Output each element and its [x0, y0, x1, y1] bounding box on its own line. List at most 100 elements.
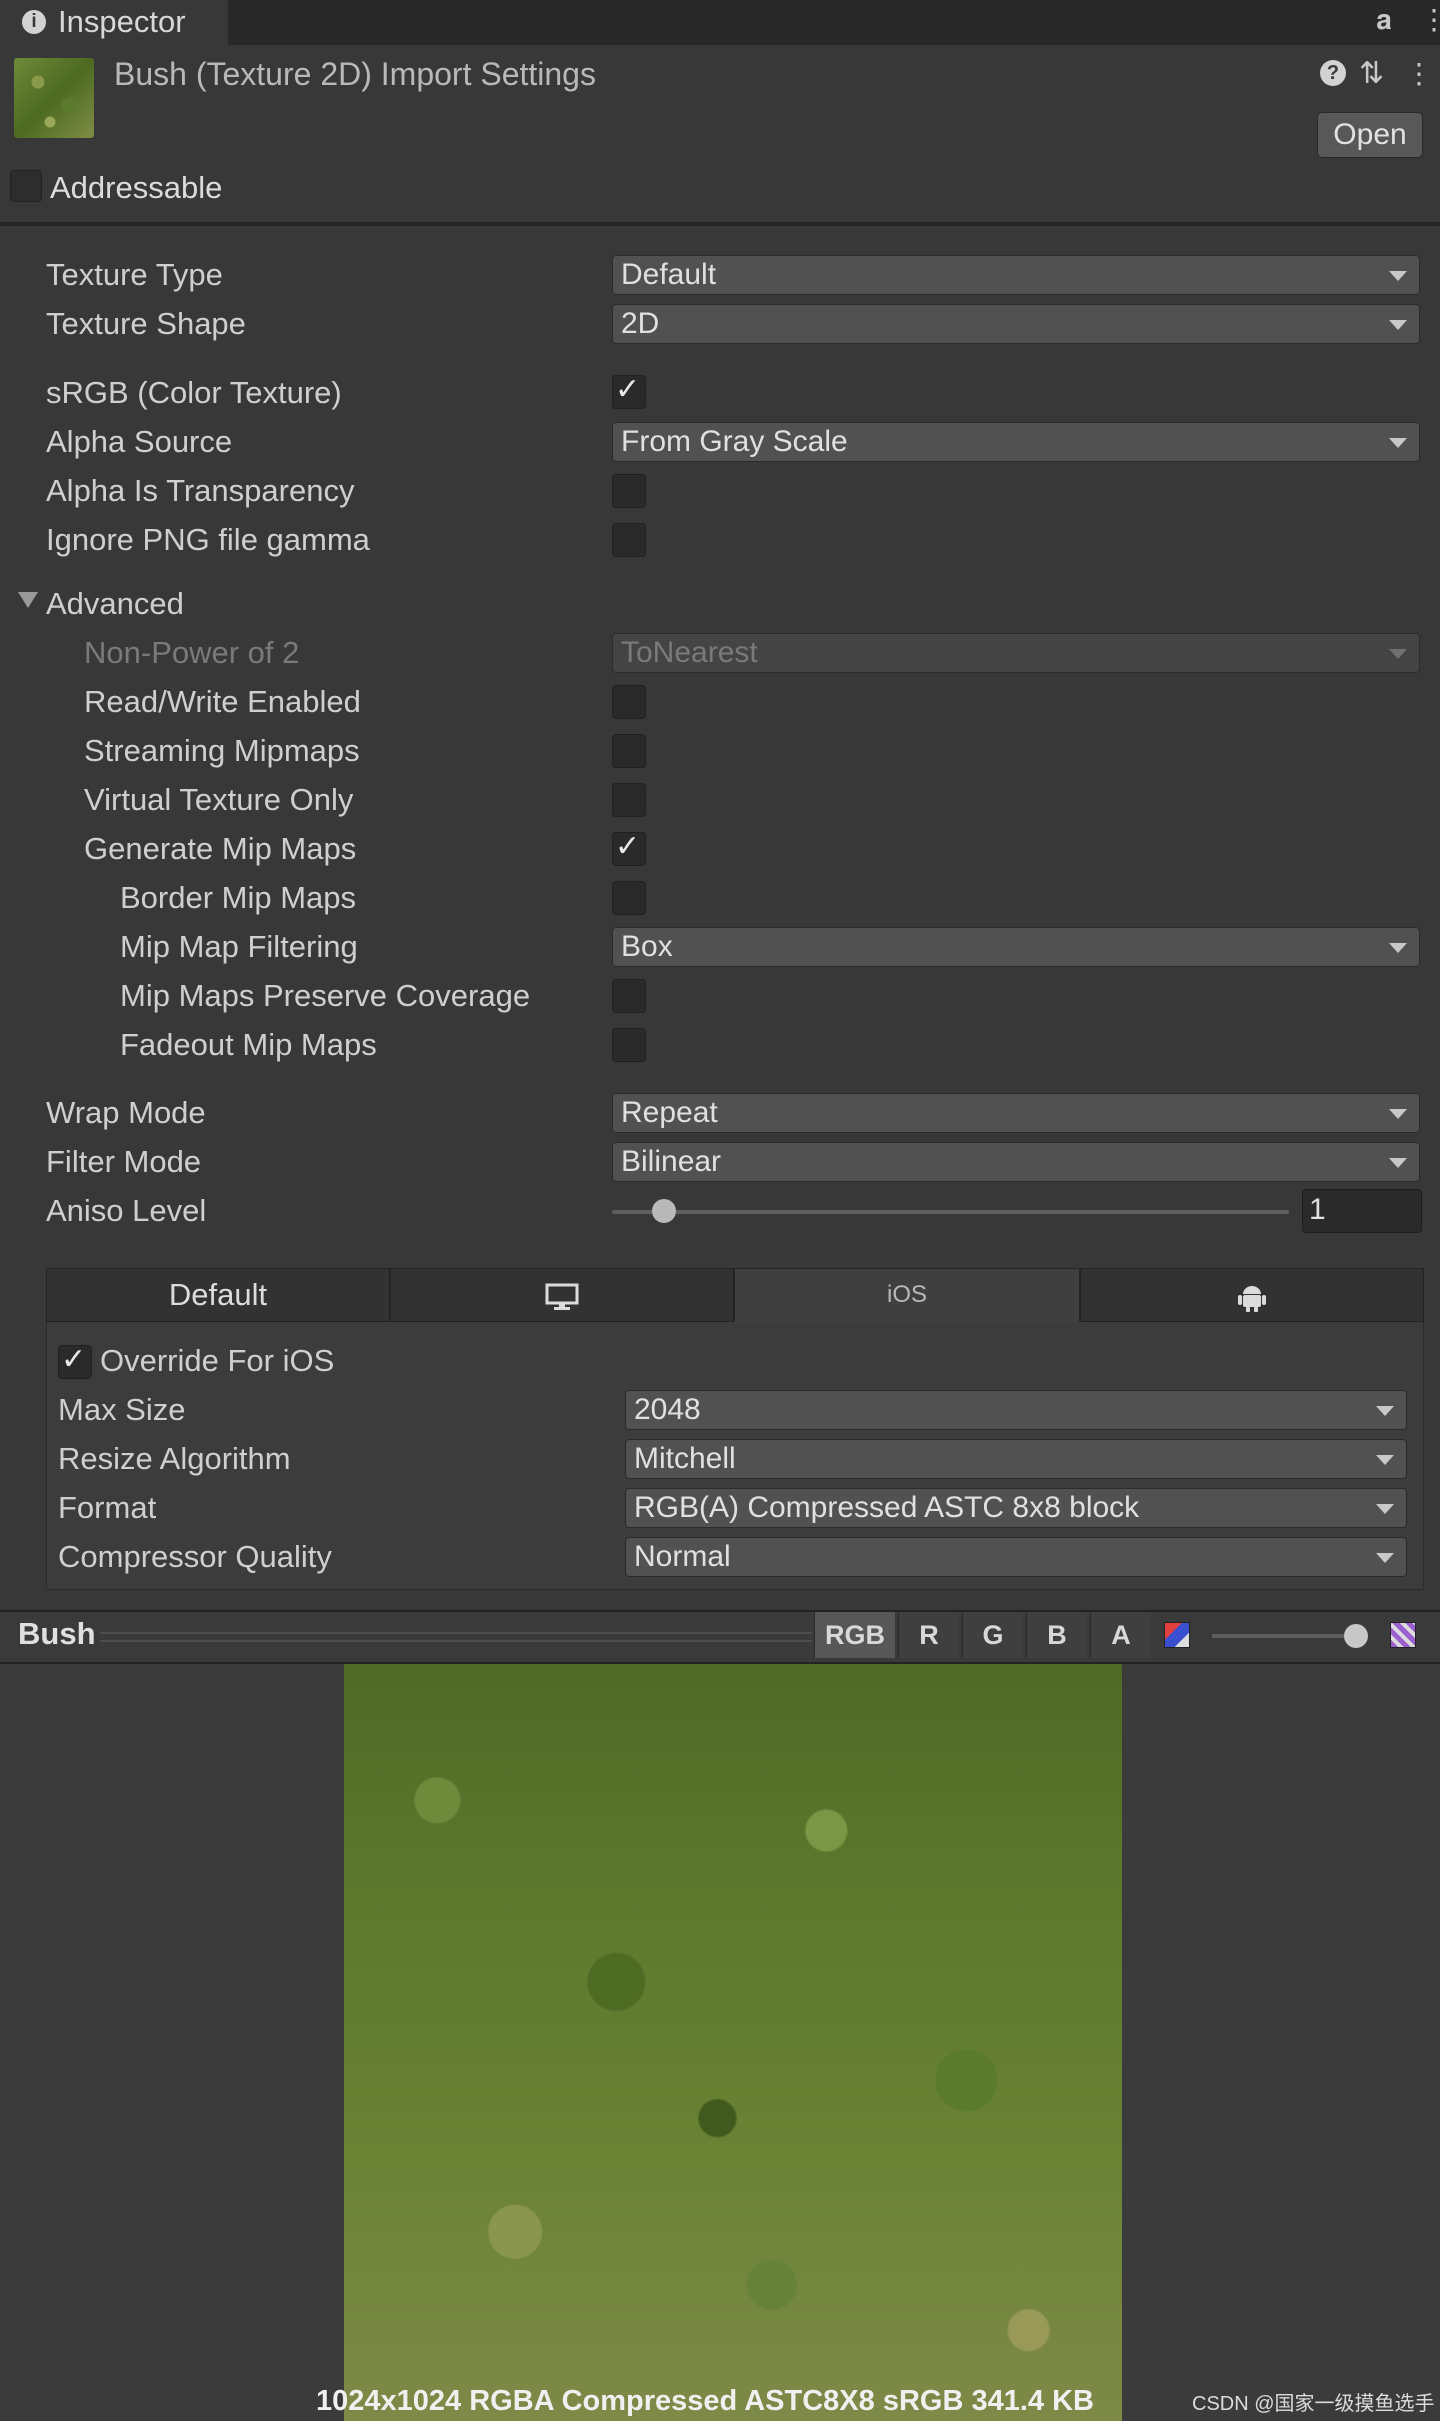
context-menu-icon[interactable]: ⋮ [1405, 60, 1433, 88]
lock-icon[interactable]: 𝐚 [1376, 4, 1392, 37]
generate-mipmaps-checkbox[interactable]: ✓ [612, 830, 646, 866]
preview-title: Bush [18, 1616, 96, 1651]
texture-thumbnail [14, 58, 94, 138]
chevron-down-icon [1376, 1504, 1394, 1514]
mipmap-filtering-label: Mip Map Filtering [120, 929, 358, 964]
tab-inspector-label: Inspector [58, 4, 186, 39]
srgb-label: sRGB (Color Texture) [46, 375, 342, 410]
advanced-foldout-label[interactable]: Advanced [46, 586, 184, 622]
open-button[interactable]: Open [1317, 112, 1423, 158]
channel-rgb-button[interactable]: RGB [814, 1612, 895, 1658]
mip-large-icon [1390, 1622, 1416, 1648]
android-icon [1238, 1285, 1266, 1312]
watermark: CSDN @国家一级摸鱼选手 [1192, 2393, 1435, 2415]
wrap-mode-dropdown[interactable]: Repeat [612, 1093, 1420, 1133]
resize-algorithm-dropdown[interactable]: Mitchell [625, 1439, 1407, 1479]
non-power-of-2-dropdown: ToNearest [612, 633, 1420, 673]
generate-mipmaps-label: Generate Mip Maps [84, 831, 357, 866]
tab-menu-icon[interactable]: ⋮ [1420, 6, 1440, 34]
texture-type-label: Texture Type [46, 257, 223, 292]
texture-shape-dropdown[interactable]: 2D [612, 304, 1420, 344]
preset-icon[interactable]: ⇅ [1359, 56, 1384, 91]
aniso-level-field[interactable]: 1 [1302, 1189, 1422, 1233]
chevron-down-icon [1389, 649, 1407, 659]
read-write-checkbox[interactable] [612, 685, 646, 719]
checkmark-icon: ✓ [61, 1343, 87, 1376]
chevron-down-icon [1376, 1406, 1394, 1416]
chevron-down-icon [1389, 943, 1407, 953]
mip-level-slider-thumb[interactable] [1344, 1624, 1368, 1648]
aniso-slider-track[interactable] [612, 1210, 1289, 1214]
fadeout-mipmaps-label: Fadeout Mip Maps [120, 1027, 377, 1062]
compressor-quality-dropdown[interactable]: Normal [625, 1537, 1407, 1577]
virtual-texture-checkbox[interactable] [612, 783, 646, 817]
info-icon: i [22, 10, 46, 34]
format-dropdown[interactable]: RGB(A) Compressed ASTC 8x8 block [625, 1488, 1407, 1528]
max-size-dropdown[interactable]: 2048 [625, 1390, 1407, 1430]
foldout-arrow-icon[interactable] [18, 592, 38, 608]
chevron-down-icon [1389, 320, 1407, 330]
chevron-down-icon [1376, 1455, 1394, 1465]
mip-level-slider-track[interactable] [1212, 1634, 1362, 1638]
filter-mode-dropdown[interactable]: Bilinear [612, 1142, 1420, 1182]
filter-mode-label: Filter Mode [46, 1144, 202, 1179]
read-write-label: Read/Write Enabled [84, 684, 361, 719]
chevron-down-icon [1389, 271, 1407, 281]
texture-preview-image [344, 1664, 1122, 2421]
ignore-png-gamma-checkbox[interactable] [612, 523, 646, 557]
border-mipmaps-checkbox[interactable] [612, 881, 646, 915]
max-size-label: Max Size [58, 1392, 186, 1427]
border-mipmaps-label: Border Mip Maps [120, 880, 357, 915]
format-value: RGB(A) Compressed ASTC 8x8 block [634, 1491, 1140, 1524]
monitor-icon [545, 1283, 579, 1310]
texture-shape-label: Texture Shape [46, 306, 246, 341]
channel-b-button[interactable]: B [1026, 1612, 1087, 1658]
preserve-coverage-checkbox[interactable] [612, 979, 646, 1013]
format-label: Format [58, 1490, 157, 1525]
mip-small-icon [1164, 1622, 1190, 1648]
addressable-label: Addressable [50, 170, 223, 205]
non-power-of-2-value: ToNearest [621, 636, 758, 669]
chevron-down-icon [1389, 1158, 1407, 1168]
texture-type-dropdown[interactable]: Default [612, 255, 1420, 295]
preserve-coverage-label: Mip Maps Preserve Coverage [120, 978, 531, 1013]
header-title: Bush (Texture 2D) Import Settings [114, 56, 596, 92]
resize-algorithm-label: Resize Algorithm [58, 1441, 291, 1476]
checkmark-icon: ✓ [615, 830, 641, 863]
help-icon[interactable]: ? [1320, 60, 1346, 86]
aniso-slider-thumb[interactable] [652, 1199, 676, 1223]
aniso-level-value: 1 [1309, 1193, 1326, 1226]
alpha-transparency-checkbox[interactable] [612, 474, 646, 508]
alpha-source-dropdown[interactable]: From Gray Scale [612, 422, 1420, 462]
aniso-level-label: Aniso Level [46, 1193, 207, 1228]
header-divider [0, 222, 1440, 226]
filter-mode-value: Bilinear [621, 1145, 722, 1178]
virtual-texture-label: Virtual Texture Only [84, 782, 354, 817]
preview-drag-handle[interactable] [100, 1632, 812, 1642]
ignore-png-gamma-label: Ignore PNG file gamma [46, 522, 370, 557]
checkmark-icon: ✓ [615, 373, 641, 406]
texture-type-value: Default [621, 258, 717, 291]
tab-platform-android[interactable] [1080, 1268, 1424, 1322]
tab-platform-default[interactable]: Default [46, 1268, 390, 1322]
wrap-mode-value: Repeat [621, 1096, 718, 1129]
override-ios-checkbox[interactable]: ✓ [58, 1343, 92, 1379]
channel-r-button[interactable]: R [898, 1612, 959, 1658]
mipmap-filtering-dropdown[interactable]: Box [612, 927, 1420, 967]
mipmap-filtering-value: Box [621, 930, 673, 963]
alpha-transparency-label: Alpha Is Transparency [46, 473, 355, 508]
compressor-quality-value: Normal [634, 1540, 731, 1573]
chevron-down-icon [1389, 438, 1407, 448]
tab-platform-ios[interactable]: iOS [734, 1268, 1080, 1322]
addressable-checkbox[interactable] [10, 170, 42, 202]
channel-a-button[interactable]: A [1090, 1612, 1151, 1658]
texture-shape-value: 2D [621, 307, 660, 340]
fadeout-mipmaps-checkbox[interactable] [612, 1028, 646, 1062]
tab-platform-standalone[interactable] [390, 1268, 734, 1322]
alpha-source-value: From Gray Scale [621, 425, 848, 458]
srgb-checkbox[interactable]: ✓ [612, 373, 646, 409]
channel-g-button[interactable]: G [962, 1612, 1023, 1658]
streaming-mipmaps-label: Streaming Mipmaps [84, 733, 360, 768]
chevron-down-icon [1389, 1109, 1407, 1119]
streaming-mipmaps-checkbox[interactable] [612, 734, 646, 768]
